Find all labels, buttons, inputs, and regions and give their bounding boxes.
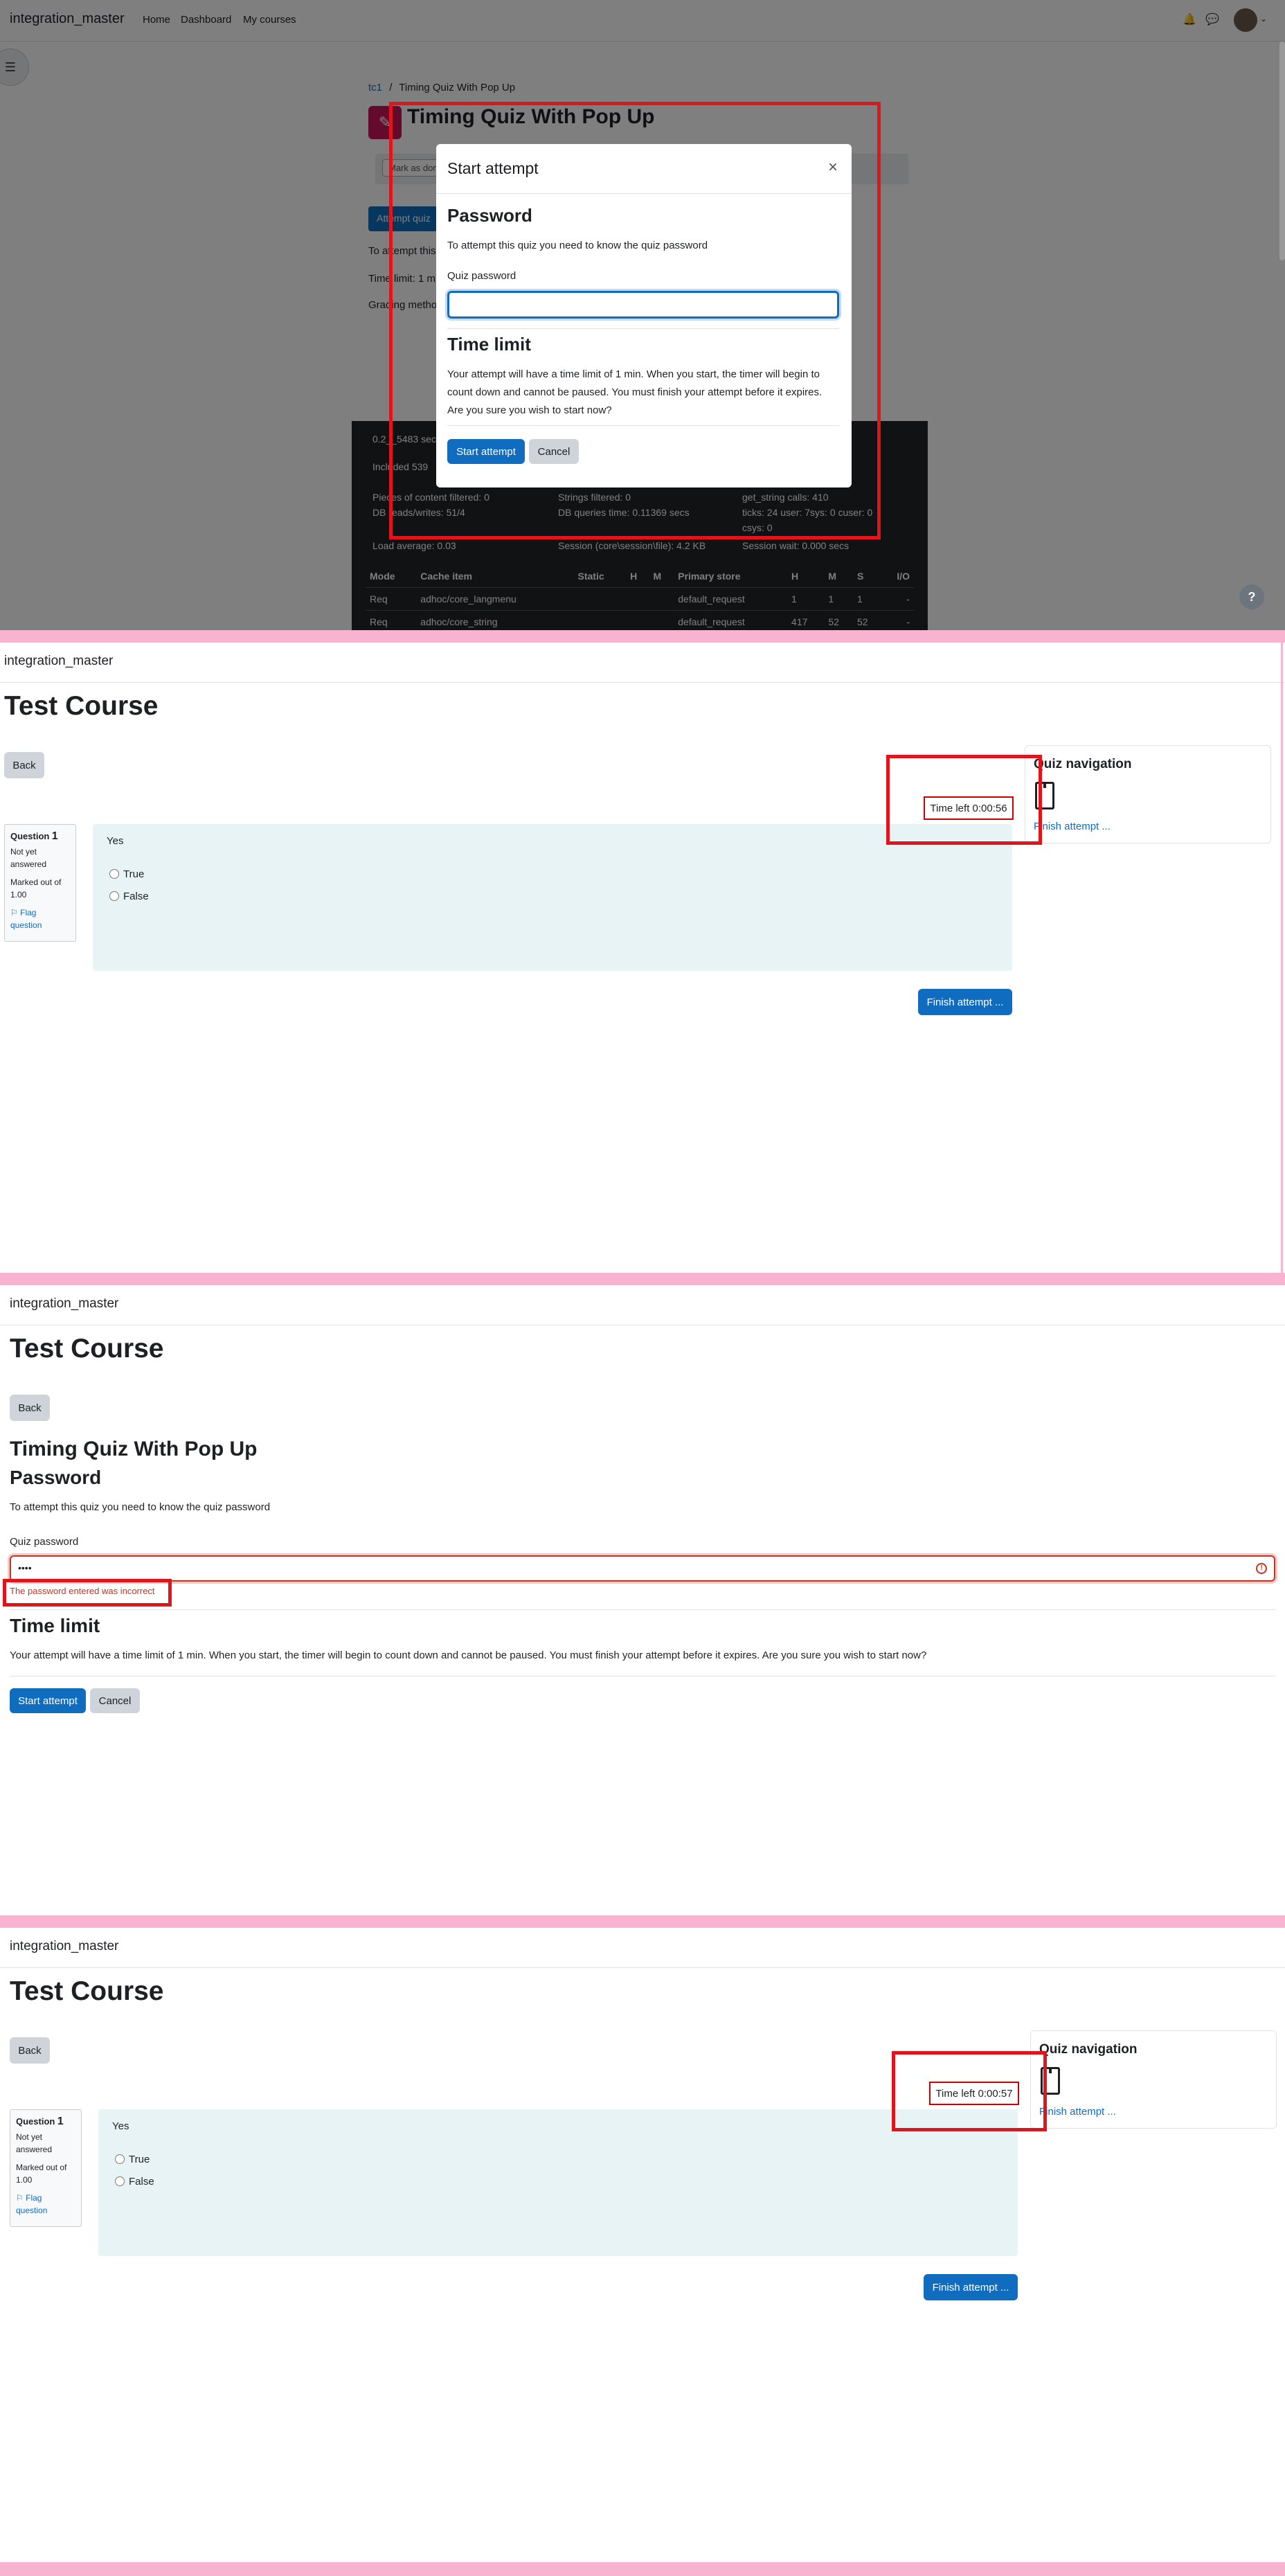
site-name[interactable]: integration_master xyxy=(10,1939,118,1954)
question-info: Question 1 Not yet answered Marked out o… xyxy=(10,2109,82,2227)
panel-password-error: integration_master Test Course Back Timi… xyxy=(0,1285,1285,1915)
question-marked: Marked out of 1.00 xyxy=(10,877,62,900)
radio-button[interactable] xyxy=(115,2154,125,2164)
password-label: Quiz password xyxy=(10,1536,79,1548)
course-title: Test Course xyxy=(10,1334,164,1363)
quiz-header: integration_master xyxy=(0,1285,1285,1325)
flag-question[interactable]: ⚐ Flag question xyxy=(10,906,70,931)
radio-button[interactable] xyxy=(109,869,119,879)
flag-question[interactable]: ⚐ Flag question xyxy=(16,2192,75,2217)
back-button[interactable]: Back xyxy=(10,2037,50,2064)
divider xyxy=(447,425,839,426)
option-label: True xyxy=(129,2154,150,2165)
question-label: Question xyxy=(10,831,50,841)
finish-attempt-button[interactable]: Finish attempt ... xyxy=(924,2274,1018,2300)
quiz-password-input[interactable]: ••••! xyxy=(10,1555,1275,1582)
question-label: Question xyxy=(16,2116,55,2127)
time-limit-text: Your attempt will have a time limit of 1… xyxy=(447,368,823,416)
option-label: True xyxy=(123,868,145,880)
start-attempt-button[interactable]: Start attempt xyxy=(10,1688,86,1713)
nav-finish-link[interactable]: Finish attempt ... xyxy=(1034,821,1111,832)
panel-quiz-attempt-1: integration_master Test Course Back Time… xyxy=(0,643,1285,1273)
time-left: Time left 0:00:56 xyxy=(924,796,1014,820)
question-marked: Marked out of 1.00 xyxy=(16,2163,67,2185)
close-icon[interactable]: × xyxy=(828,158,838,177)
site-name[interactable]: integration_master xyxy=(10,1296,118,1312)
question-status: Not yet answered xyxy=(16,2132,53,2154)
question-content: Yes True False xyxy=(98,2109,1018,2256)
scrollbar[interactable] xyxy=(1279,42,1285,260)
course-title: Test Course xyxy=(10,1976,164,2006)
panel-separator xyxy=(0,630,1285,643)
cancel-button[interactable]: Cancel xyxy=(90,1688,140,1713)
question-status: Not yet answered xyxy=(10,847,47,869)
modal-header: Start attempt × xyxy=(436,144,852,194)
panel-separator xyxy=(0,2562,1285,2576)
flag-icon: ⚐ xyxy=(10,908,18,918)
time-limit-heading: Time limit xyxy=(447,334,531,355)
start-attempt-button[interactable]: Start attempt xyxy=(447,439,525,464)
question-nav-button[interactable] xyxy=(1041,2067,1060,2095)
password-error: The password entered was incorrect xyxy=(10,1586,155,1596)
option-true[interactable]: True xyxy=(109,868,144,880)
question-content: Yes True False xyxy=(93,824,1012,971)
help-icon[interactable]: ? xyxy=(1239,584,1264,609)
course-title: Test Course xyxy=(4,691,159,721)
panel-start-attempt-modal: integration_master Home Dashboard My cou… xyxy=(0,0,1285,630)
password-text: To attempt this quiz you need to know th… xyxy=(447,240,708,251)
time-limit-heading: Time limit xyxy=(10,1615,100,1636)
back-button[interactable]: Back xyxy=(10,1395,50,1421)
question-info: Question 1 Not yet answered Marked out o… xyxy=(4,824,76,942)
password-label: Quiz password xyxy=(447,270,516,282)
password-text: To attempt this quiz you need to know th… xyxy=(10,1501,271,1513)
option-label: False xyxy=(129,2176,154,2188)
question-nav-button[interactable] xyxy=(1035,782,1054,810)
nav-finish-link[interactable]: Finish attempt ... xyxy=(1039,2106,1116,2118)
start-attempt-modal: Start attempt × Password To attempt this… xyxy=(436,144,852,488)
panel-quiz-attempt-2: integration_master Test Course Back Time… xyxy=(0,1928,1285,2558)
error-icon: ! xyxy=(1256,1563,1267,1574)
cancel-button[interactable]: Cancel xyxy=(529,439,579,464)
modal-title: Start attempt xyxy=(447,159,539,177)
flag-icon: ⚐ xyxy=(16,2193,24,2203)
edge-marker xyxy=(1281,643,1283,1273)
option-true[interactable]: True xyxy=(115,2154,150,2165)
panel-separator xyxy=(0,1915,1285,1928)
question-number: 1 xyxy=(57,2116,64,2127)
password-value: •••• xyxy=(18,1562,32,1573)
option-false[interactable]: False xyxy=(115,2176,154,2188)
divider xyxy=(10,1609,1275,1610)
quiz-header: integration_master xyxy=(0,1928,1285,1968)
quiz-navigation-title: Quiz navigation xyxy=(1034,757,1132,771)
option-false[interactable]: False xyxy=(109,891,149,902)
back-button[interactable]: Back xyxy=(4,752,44,778)
panel-separator xyxy=(0,1273,1285,1285)
option-label: False xyxy=(123,891,149,902)
quiz-header: integration_master xyxy=(0,643,1285,683)
quiz-title: Timing Quiz With Pop Up xyxy=(10,1438,258,1460)
password-heading: Password xyxy=(447,205,532,226)
password-heading: Password xyxy=(10,1467,102,1488)
quiz-navigation: Quiz navigation Finish attempt ... xyxy=(1030,2030,1277,2129)
divider xyxy=(447,328,839,329)
quiz-navigation-title: Quiz navigation xyxy=(1039,2042,1138,2057)
quiz-navigation: Quiz navigation Finish attempt ... xyxy=(1025,745,1271,843)
finish-attempt-button[interactable]: Finish attempt ... xyxy=(918,989,1012,1015)
time-left: Time left 0:00:57 xyxy=(929,2082,1019,2105)
radio-button[interactable] xyxy=(109,891,119,901)
site-name[interactable]: integration_master xyxy=(4,654,113,669)
time-limit-text: Your attempt will have a time limit of 1… xyxy=(10,1649,927,1661)
question-text: Yes xyxy=(112,2120,129,2132)
quiz-password-input[interactable] xyxy=(447,291,839,319)
question-text: Yes xyxy=(107,835,124,847)
question-number: 1 xyxy=(51,830,58,842)
radio-button[interactable] xyxy=(115,2176,125,2186)
